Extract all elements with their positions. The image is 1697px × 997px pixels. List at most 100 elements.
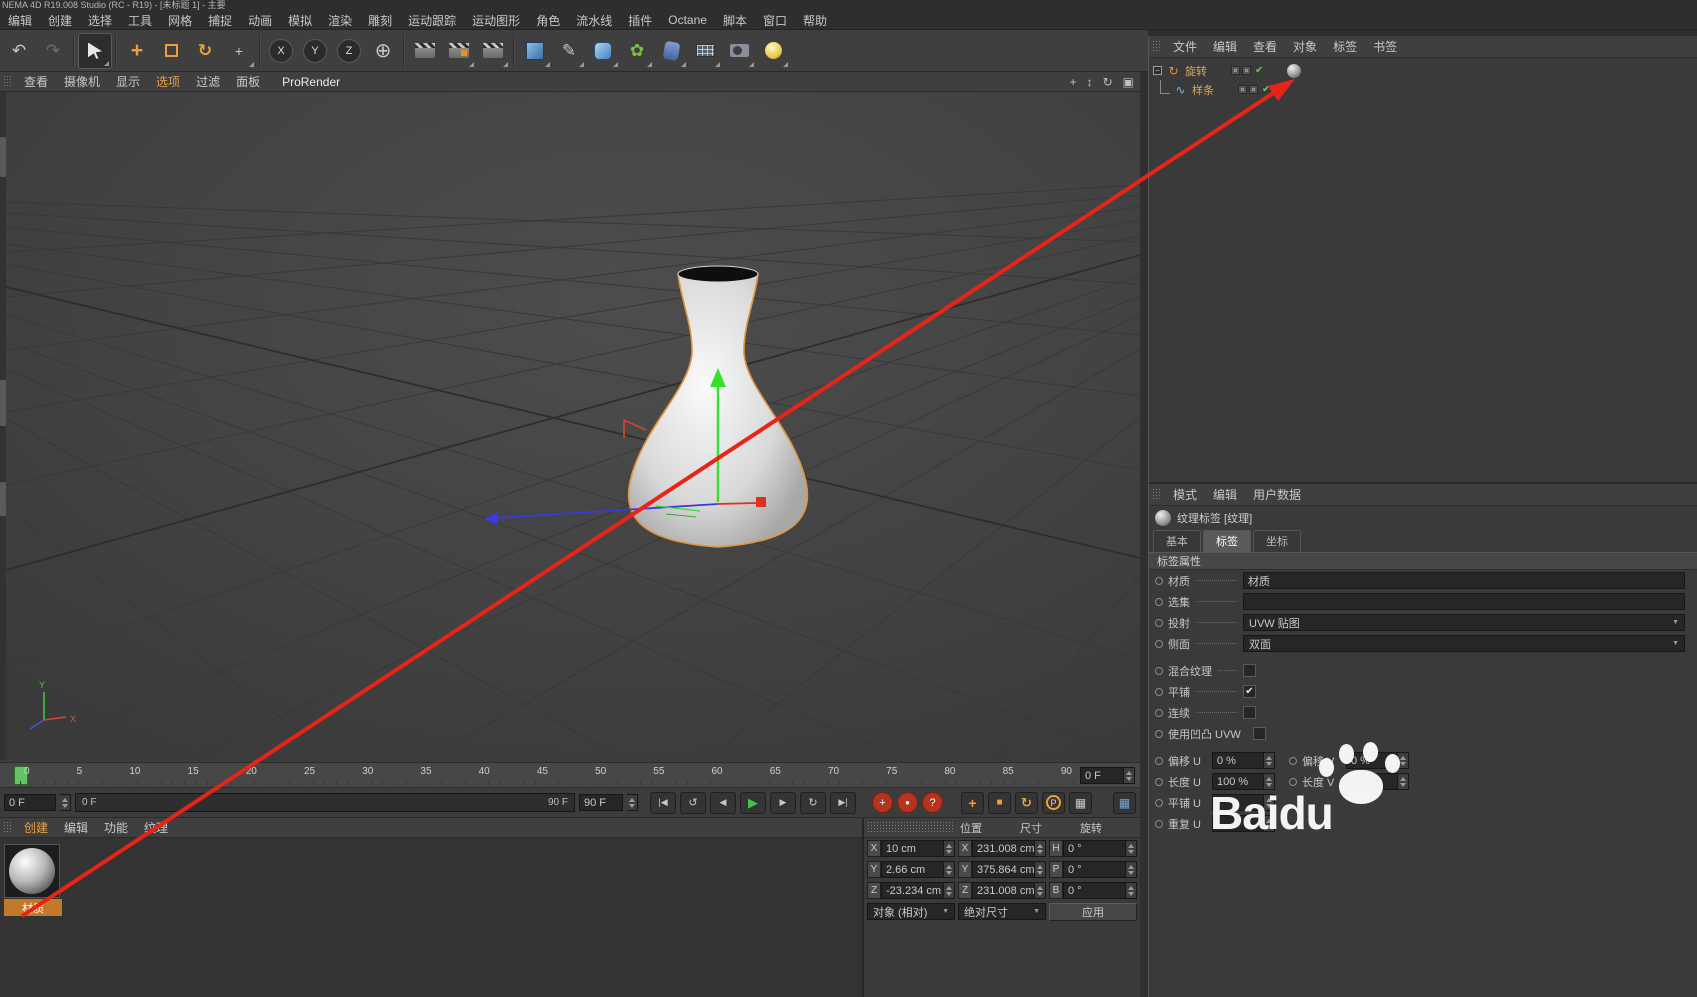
current-frame-field[interactable]: 0 F (1080, 767, 1124, 784)
rot-p-field[interactable]: 0 ° (1063, 861, 1126, 878)
redo-button[interactable]: ↷ (36, 33, 70, 69)
tiles-u-field[interactable] (1212, 794, 1264, 811)
keyframe-dot-icon[interactable] (1155, 619, 1163, 627)
seamless-checkbox[interactable] (1243, 706, 1256, 719)
spinner[interactable] (1398, 752, 1409, 769)
viewport-pan-icon[interactable]: + (1070, 75, 1077, 89)
menu-plugins[interactable]: 插件 (620, 12, 660, 29)
menu-sculpt[interactable]: 雕刻 (360, 12, 400, 29)
panel-grip-icon[interactable] (1152, 488, 1160, 501)
size-z-field[interactable]: 231.008 cm (972, 882, 1035, 899)
menu-edit[interactable]: 编辑 (0, 12, 40, 29)
keyframe-dot-icon[interactable] (1155, 688, 1163, 696)
timeline-panel-button[interactable]: ▦ (1113, 792, 1136, 814)
menu-snap[interactable]: 捕捉 (200, 12, 240, 29)
keyframe-dot-icon[interactable] (1155, 757, 1163, 765)
frame-range-slider[interactable]: 0 F 90 F (75, 793, 575, 812)
menu-render[interactable]: 渲染 (320, 12, 360, 29)
range-end-field[interactable]: 90 F (579, 794, 623, 811)
render-visibility-toggle[interactable] (1242, 66, 1251, 75)
menu-character[interactable]: 角色 (528, 12, 568, 29)
spinner[interactable] (1035, 840, 1046, 857)
panel-splitter[interactable] (1140, 72, 1148, 997)
menu-mograph[interactable]: 运动图形 (464, 12, 528, 29)
om-menu-view[interactable]: 查看 (1245, 38, 1285, 55)
spinner[interactable] (1035, 861, 1046, 878)
previous-frame-button[interactable]: ◀ (710, 792, 736, 814)
spinner[interactable] (1035, 882, 1046, 899)
tab-coordinates[interactable]: 坐标 (1253, 530, 1301, 552)
panel-grip-icon[interactable] (3, 75, 11, 88)
keyframe-dot-icon[interactable] (1155, 730, 1163, 738)
vp-menu-prorender[interactable]: ProRender (274, 75, 348, 89)
side-dropdown[interactable]: 双面▼ (1243, 635, 1685, 652)
camera-button[interactable] (722, 33, 756, 69)
vp-menu-options[interactable]: 选项 (148, 73, 188, 90)
material-name[interactable]: 材质 (4, 899, 62, 916)
menu-octane[interactable]: Octane (660, 13, 715, 27)
am-menu-mode[interactable]: 模式 (1165, 486, 1205, 503)
offset-u-field[interactable]: 0 % (1212, 752, 1264, 769)
keyframe-dot-icon[interactable] (1155, 709, 1163, 717)
keyframe-dot-icon[interactable] (1155, 667, 1163, 675)
tab-basic[interactable]: 基本 (1153, 530, 1201, 552)
key-parameter-button[interactable]: P (1042, 792, 1065, 814)
panel-grip-icon[interactable] (3, 821, 11, 834)
deformer-button[interactable] (654, 33, 688, 69)
keyframe-dot-icon[interactable] (1155, 598, 1163, 606)
texture-tag-icon[interactable] (1287, 64, 1301, 78)
offset-v-field[interactable]: 0 % (1346, 752, 1398, 769)
object-name[interactable]: 样条 (1192, 82, 1238, 98)
spinner[interactable] (944, 882, 955, 899)
spinner[interactable] (1264, 794, 1275, 811)
goto-start-button[interactable]: |◀ (650, 792, 676, 814)
size-mode-dropdown[interactable]: 绝对尺寸▼ (958, 903, 1046, 920)
spinner[interactable] (1126, 882, 1137, 899)
menu-tools[interactable]: 工具 (120, 12, 160, 29)
object-row-spline[interactable]: ∿ 样条 ✔ (1149, 80, 1697, 99)
om-menu-file[interactable]: 文件 (1165, 38, 1205, 55)
render-picture-viewer-button[interactable] (442, 33, 476, 69)
spinner[interactable] (1264, 815, 1275, 832)
length-u-field[interactable]: 100 % (1212, 773, 1264, 790)
object-name[interactable]: 旋转 (1185, 63, 1231, 79)
spinner[interactable] (1264, 773, 1275, 790)
spline-pen-button[interactable]: ✎ (552, 33, 586, 69)
material-link-field[interactable]: 材质 (1243, 572, 1685, 589)
bump-uvw-checkbox[interactable] (1253, 727, 1266, 740)
keyframe-dot-icon[interactable] (1155, 778, 1163, 786)
subdivision-surface-button[interactable] (586, 33, 620, 69)
keyframe-dot-icon[interactable] (1155, 799, 1163, 807)
spinner[interactable] (1126, 840, 1137, 857)
timeline-ruler[interactable]: 0 5 10 15 20 25 30 35 40 45 50 55 60 65 … (0, 762, 1140, 788)
mm-menu-texture[interactable]: 纹理 (136, 819, 176, 836)
material-tile[interactable]: 材质 (4, 844, 62, 916)
menu-create[interactable]: 创建 (40, 12, 80, 29)
am-menu-edit[interactable]: 编辑 (1205, 486, 1245, 503)
scale-tool-button[interactable] (154, 33, 188, 69)
move-tool-button[interactable]: + (120, 33, 154, 69)
menu-pipeline[interactable]: 流水线 (568, 12, 620, 29)
environment-button[interactable] (688, 33, 722, 69)
keyframe-dot-icon[interactable] (1155, 640, 1163, 648)
spinner[interactable] (944, 840, 955, 857)
mm-menu-edit[interactable]: 编辑 (56, 819, 96, 836)
rot-h-field[interactable]: 0 ° (1063, 840, 1126, 857)
editor-visibility-toggle[interactable] (1231, 66, 1240, 75)
selection-field[interactable] (1243, 593, 1685, 610)
render-view-button[interactable] (408, 33, 442, 69)
live-selection-button[interactable] (78, 33, 112, 69)
lock-z-axis-button[interactable]: Z (332, 33, 366, 69)
pos-z-field[interactable]: -23.234 cm (881, 882, 944, 899)
keyframe-help-button[interactable]: ? (922, 792, 943, 813)
rotate-tool-button[interactable]: ↻ (188, 33, 222, 69)
mm-menu-create[interactable]: 创建 (16, 819, 56, 836)
range-end-spinner[interactable] (627, 794, 638, 811)
apply-button[interactable]: 应用 (1049, 903, 1137, 921)
pos-y-field[interactable]: 2.66 cm (881, 861, 944, 878)
enabled-check-icon[interactable]: ✔ (1262, 84, 1270, 95)
autokey-button[interactable]: ● (897, 792, 918, 813)
lock-y-axis-button[interactable]: Y (298, 33, 332, 69)
am-menu-userdata[interactable]: 用户数据 (1245, 486, 1309, 503)
panel-grip-icon[interactable] (1152, 40, 1160, 53)
